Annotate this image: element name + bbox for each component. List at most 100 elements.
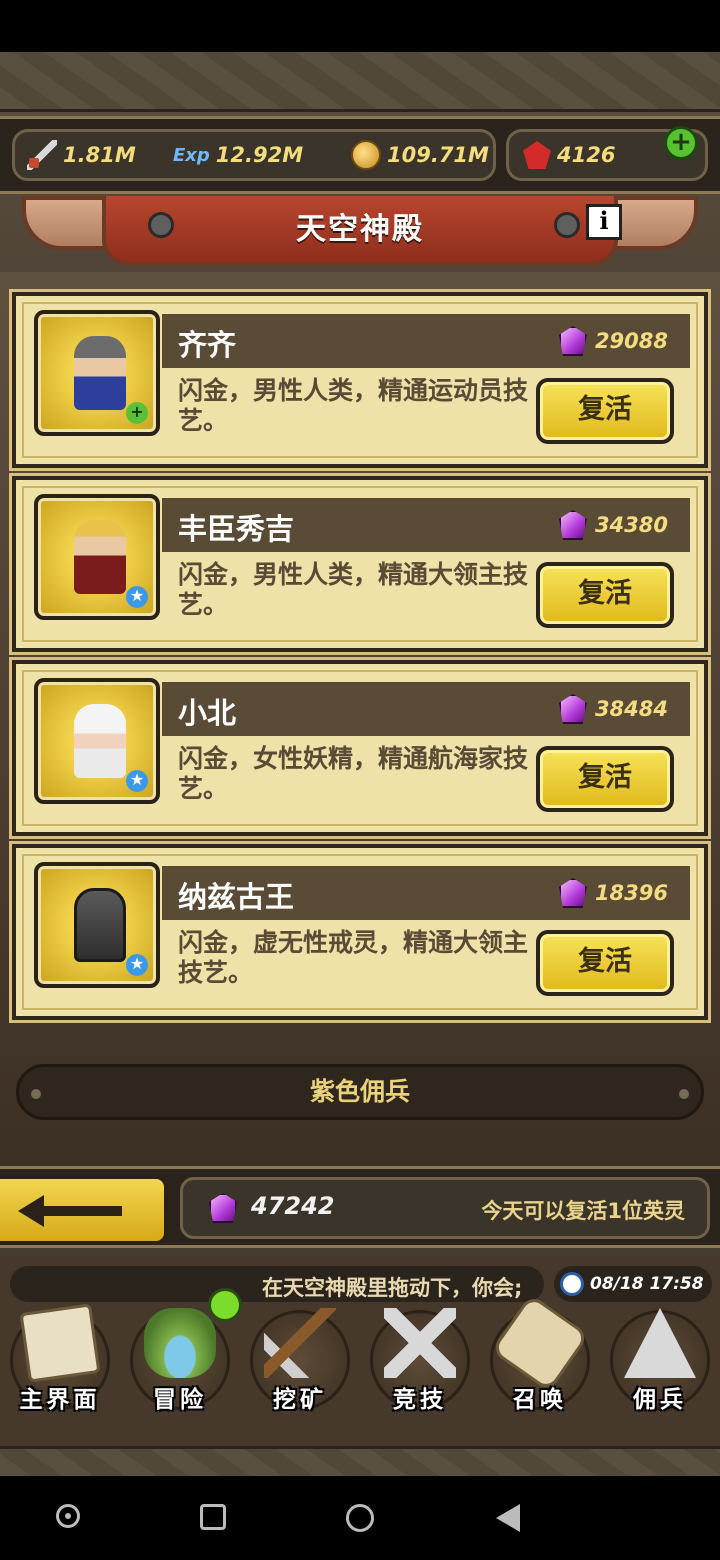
clock: 08/18 17:58 xyxy=(554,1266,712,1302)
ruby-value: 4126 xyxy=(557,143,616,167)
nav-summon[interactable]: 召唤 xyxy=(482,1293,598,1418)
island-icon xyxy=(144,1308,216,1378)
revive-button[interactable]: 复活 xyxy=(536,562,674,628)
revive-button[interactable]: 复活 xyxy=(536,378,674,444)
revive-cost: 29088 xyxy=(558,326,668,356)
revive-cost: 34380 xyxy=(558,510,668,540)
news-ticker: 在天空神殿里拖动下，你会; xyxy=(10,1266,544,1302)
clock-text: 08/18 17:58 xyxy=(590,1274,704,1294)
nav-mining[interactable]: 挖矿 xyxy=(242,1300,358,1418)
currency-box: 1.81M Exp 12.92M 109.71M xyxy=(12,129,496,181)
nav-mercenary[interactable]: 佣兵 xyxy=(602,1300,718,1418)
status-bar xyxy=(0,0,720,52)
hero-description: 闪金，男性人类，精通大领主技艺。 xyxy=(178,560,529,619)
game-screen: 1.81M Exp 12.92M 109.71M 4126 + 天空神殿 i +… xyxy=(0,52,720,1476)
ruby-icon xyxy=(523,141,551,169)
nav-label: 竞技 xyxy=(393,1387,447,1413)
hero-name: 小北 xyxy=(178,696,237,730)
pickaxe-icon xyxy=(264,1308,336,1378)
notification-dot xyxy=(208,1288,242,1322)
clock-icon xyxy=(560,1272,584,1296)
system-nav-bar xyxy=(0,1476,720,1560)
hero-portrait[interactable]: ★ xyxy=(34,862,160,988)
top-texture xyxy=(0,52,720,112)
hero-card: ★ 丰臣秀吉 34380 闪金，男性人类，精通大领主技艺。 复活 xyxy=(9,473,711,655)
bolt-icon xyxy=(554,212,580,238)
purple-gem-icon xyxy=(558,878,587,908)
back-button[interactable] xyxy=(0,1175,168,1245)
page-title: 天空神殿 xyxy=(296,212,424,247)
crossed-swords-icon xyxy=(384,1308,456,1378)
name-bar: 小北 38484 xyxy=(162,682,690,736)
star-badge-icon: ★ xyxy=(126,770,148,792)
hero-sprite xyxy=(74,336,126,410)
nav-arena[interactable]: 竞技 xyxy=(362,1300,478,1418)
star-badge-icon: ★ xyxy=(126,586,148,608)
revive-button[interactable]: 复活 xyxy=(536,746,674,812)
gem-balance-bar: 47242 今天可以复活1位英灵 xyxy=(0,1166,720,1248)
add-ruby-button[interactable]: + xyxy=(664,126,698,160)
cost-value: 29088 xyxy=(594,329,668,353)
gold-value: 109.71M xyxy=(387,143,489,167)
cost-value: 34380 xyxy=(594,513,668,537)
resource-bar: 1.81M Exp 12.92M 109.71M 4126 xyxy=(0,116,720,194)
hero-description: 闪金，女性妖精，精通航海家技艺。 xyxy=(178,744,529,803)
name-bar: 丰臣秀吉 34380 xyxy=(162,498,690,552)
nav-label: 挖矿 xyxy=(273,1387,327,1413)
hero-description: 闪金，虚无性戒灵，精通大领主技艺。 xyxy=(178,928,529,987)
attack-value: 1.81M xyxy=(63,143,136,167)
cost-value: 18396 xyxy=(594,881,668,905)
hero-portrait[interactable]: ★ xyxy=(34,678,160,804)
hero-card: ★ 纳兹古王 18396 闪金，虚无性戒灵，精通大领主技艺。 复活 xyxy=(9,841,711,1023)
nav-label: 佣兵 xyxy=(633,1387,687,1413)
title-banner: 天空神殿 i xyxy=(22,196,698,270)
hero-portrait[interactable]: ★ xyxy=(34,494,160,620)
star-badge-icon: ★ xyxy=(126,954,148,976)
purple-gem-icon xyxy=(558,326,587,356)
cost-value: 38484 xyxy=(594,697,668,721)
dot-icon xyxy=(31,1089,41,1099)
nav-label: 召唤 xyxy=(513,1387,567,1413)
ticker-text: 在天空神殿里拖动下，你会; xyxy=(262,1276,523,1300)
purple-gem-icon xyxy=(558,694,587,724)
exp-icon: Exp xyxy=(173,144,210,166)
ruby-stat: 4126 xyxy=(523,132,615,178)
home-button[interactable] xyxy=(346,1504,374,1532)
dot-icon xyxy=(679,1089,689,1099)
hero-portrait[interactable]: + xyxy=(34,310,160,436)
hero-name: 齐齐 xyxy=(178,328,237,362)
exp-stat: Exp 12.92M xyxy=(173,132,303,178)
sword-icon xyxy=(27,140,57,170)
recents-button[interactable] xyxy=(200,1504,226,1530)
gold-stat: 109.71M xyxy=(351,132,489,178)
name-bar: 纳兹古王 18396 xyxy=(162,866,690,920)
bottom-texture xyxy=(0,1446,720,1476)
info-button[interactable]: i xyxy=(586,204,622,240)
bottom-nav: 在天空神殿里拖动下，你会; 08/18 17:58 主界面 冒险 挖矿 竞技 召… xyxy=(0,1256,720,1476)
hero-sprite xyxy=(74,888,126,962)
plus-badge-icon: + xyxy=(126,402,148,424)
back-nav-button[interactable] xyxy=(496,1504,520,1532)
hero-name: 丰臣秀吉 xyxy=(178,512,295,546)
nav-main[interactable]: 主界面 xyxy=(2,1300,118,1418)
purple-gem-icon xyxy=(209,1193,237,1223)
assist-icon[interactable] xyxy=(56,1504,80,1528)
revive-limit-text: 今天可以复活1位英灵 xyxy=(481,1199,685,1223)
exp-value: 12.92M xyxy=(215,143,304,167)
revive-cost: 38484 xyxy=(558,694,668,724)
hero-sprite xyxy=(74,520,126,594)
gold-coin-icon xyxy=(351,140,381,170)
hero-sprite xyxy=(74,704,126,778)
revive-cost: 18396 xyxy=(558,878,668,908)
banner-body: 天空神殿 i xyxy=(102,196,622,266)
map-scroll-icon xyxy=(19,1303,101,1383)
hero-card: ★ 小北 38484 闪金，女性妖精，精通航海家技艺。 复活 xyxy=(9,657,711,839)
gem-balance: 47242 xyxy=(251,1192,335,1220)
revive-button[interactable]: 复活 xyxy=(536,930,674,996)
hero-name: 纳兹古王 xyxy=(178,880,295,914)
attack-stat: 1.81M xyxy=(27,132,136,178)
nav-label: 冒险 xyxy=(153,1387,207,1413)
purple-mercenary-tab[interactable]: 紫色佣兵 xyxy=(16,1064,704,1120)
tab-label: 紫色佣兵 xyxy=(309,1077,410,1106)
name-bar: 齐齐 29088 xyxy=(162,314,690,368)
